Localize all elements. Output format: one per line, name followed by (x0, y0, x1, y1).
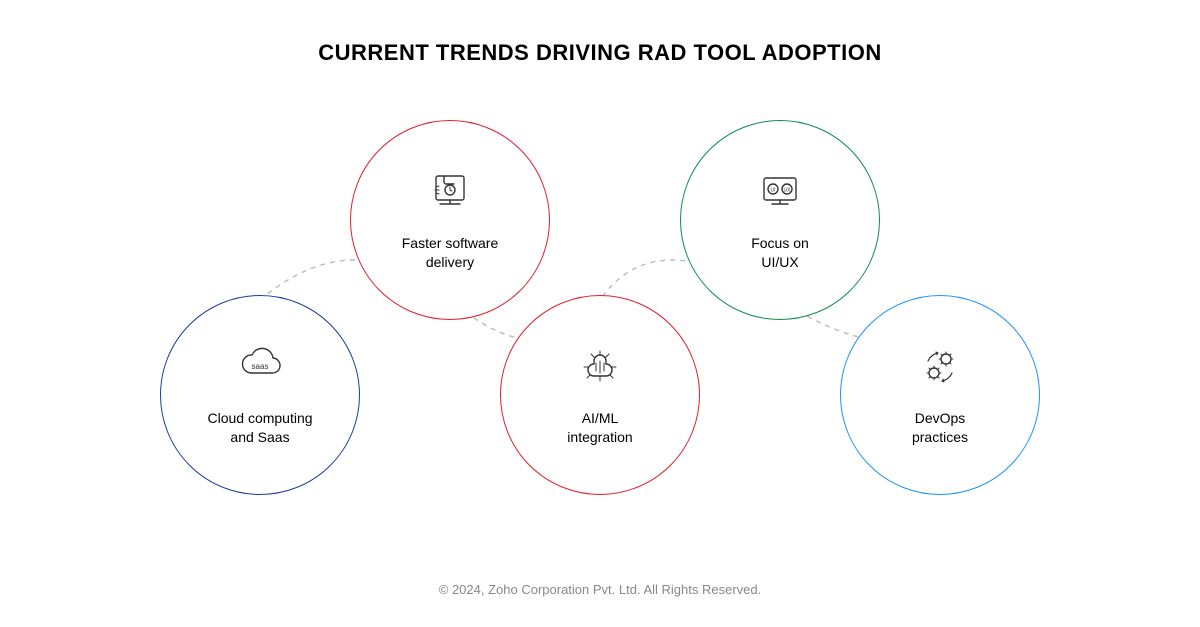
trend-label: AI/MLintegration (547, 409, 652, 447)
trend-ai-ml: AI/MLintegration (500, 295, 700, 495)
cloud-saas-icon: saas (236, 343, 284, 391)
trend-devops: DevOpspractices (840, 295, 1040, 495)
trend-label: DevOpspractices (892, 409, 988, 447)
trend-cloud-saas: saas Cloud computingand Saas (160, 295, 360, 495)
svg-text:saas: saas (252, 362, 269, 371)
trend-label: Faster softwaredelivery (382, 234, 518, 272)
fast-delivery-icon (426, 168, 474, 216)
trend-label: Focus onUI/UX (731, 234, 829, 272)
copyright-footer: © 2024, Zoho Corporation Pvt. Ltd. All R… (0, 582, 1200, 597)
trend-label: Cloud computingand Saas (187, 409, 332, 447)
devops-icon (916, 343, 964, 391)
trend-ui-ux: UI UX Focus onUI/UX (680, 120, 880, 320)
ui-ux-icon: UI UX (756, 168, 804, 216)
svg-text:UX: UX (784, 188, 792, 194)
trends-diagram: saas Cloud computingand Saas Faster soft… (0, 100, 1200, 530)
page-title: CURRENT TRENDS DRIVING RAD TOOL ADOPTION (0, 40, 1200, 66)
ai-ml-icon (576, 343, 624, 391)
svg-text:UI: UI (771, 188, 776, 194)
trend-faster-delivery: Faster softwaredelivery (350, 120, 550, 320)
